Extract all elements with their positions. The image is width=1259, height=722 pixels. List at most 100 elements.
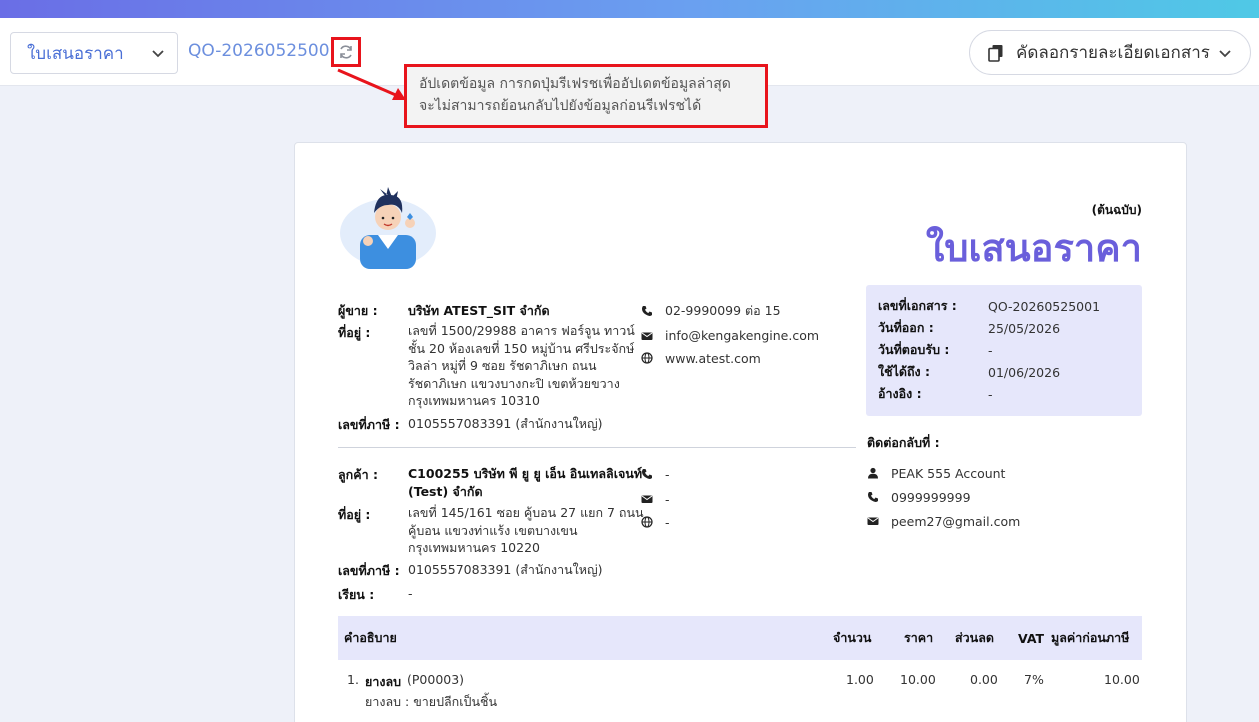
col-discount: ส่วนลด	[955, 630, 994, 645]
document-number: QO-20260525001	[188, 41, 341, 61]
copy-icon	[988, 44, 1003, 62]
col-description: คำอธิบาย	[344, 630, 397, 645]
row-quantity: 1.00	[846, 672, 874, 687]
copy-document-details-button[interactable]: คัดลอกรายละเอียดเอกสาร	[969, 30, 1251, 75]
contact-back-label: ติดต่อกลับที่ :	[867, 435, 940, 450]
document-title: ใบเสนอราคา	[925, 226, 1142, 270]
document-type-label: ใบเสนอราคา	[27, 43, 124, 64]
row-discount: 0.00	[970, 672, 998, 687]
customer-address-line: กรุงเทพมหานคร 10220	[408, 540, 540, 555]
customer-attn: -	[408, 586, 413, 601]
contact-person: PEAK 555 Account	[867, 461, 1127, 485]
contact-email: peem27@gmail.com	[867, 509, 1127, 533]
contact-phone: 0999999999	[867, 485, 1127, 509]
seller-email: info@kengakengine.com	[641, 324, 861, 347]
meta-issue-value: 25/05/2026	[988, 320, 1061, 336]
customer-tax-id: 0105557083391 (สำนักงานใหญ่)	[408, 562, 603, 577]
chevron-down-icon	[152, 50, 164, 58]
customer-phone: -	[641, 464, 841, 484]
customer-attn-label: เรียน :	[338, 587, 375, 602]
chevron-down-icon	[1219, 49, 1231, 57]
seller-contacts: 02-9990099 ต่อ 15 info@kengakengine.com …	[641, 301, 861, 369]
customer-name: C100255 บริษัท พี ยู ยู เอ็น อินเทลลิเจน…	[408, 465, 648, 500]
seller-website-text: www.atest.com	[665, 350, 761, 366]
refresh-tooltip: อัปเดตข้อมูล การกดปุ่มรีเฟรชเพื่ออัปเดตข…	[404, 64, 768, 128]
customer-phone-text: -	[665, 466, 670, 482]
meta-accept-value: -	[988, 342, 993, 358]
email-icon	[867, 517, 879, 525]
meta-ref-label: อ้างอิง :	[878, 386, 922, 401]
contact-person-text: PEAK 555 Account	[891, 465, 1006, 481]
top-gradient-bar	[0, 0, 1259, 18]
document-type-select[interactable]: ใบเสนอราคา	[10, 32, 178, 74]
seller-website: www.atest.com	[641, 347, 861, 369]
seller-address-line: ชั้น 20 ห้องเลขที่ 150 หมู่บ้าน ศรีประจั…	[408, 340, 635, 356]
customer-email-text: -	[665, 491, 670, 507]
seller-email-text: info@kengakengine.com	[665, 328, 820, 343]
seller-address-line: วิลล่า หมู่ที่ 9 ซอย รัชดาภิเษก ถนน	[408, 358, 597, 373]
copy-button-label: คัดลอกรายละเอียดเอกสาร	[1016, 43, 1210, 63]
email-icon	[641, 332, 653, 340]
seller-address-line: เลขที่ 1500/29988 อาคาร ฟอร์จูน ทาวน์	[408, 323, 635, 338]
annotation-arrow	[337, 68, 406, 100]
user-icon	[868, 467, 878, 479]
globe-icon	[641, 352, 653, 364]
row-item-code: (P00003)	[407, 672, 465, 687]
meta-doc-no-label: เลขที่เอกสาร :	[878, 298, 957, 313]
company-logo	[340, 187, 436, 269]
meta-ref-value: -	[988, 386, 993, 402]
refresh-button[interactable]	[331, 37, 361, 67]
customer-address-line: เลขที่ 145/161 ซอย คู้บอน 27 แยก 7 ถนน	[408, 505, 644, 520]
contact-back-block: ติดต่อกลับที่ : PEAK 555 Account 0999999…	[867, 433, 1127, 533]
seller-phone-text: 02-9990099 ต่อ 15	[665, 303, 781, 318]
contact-phone-text: 0999999999	[891, 489, 971, 505]
row-item-name: ยางลบ	[365, 674, 402, 689]
seller-name: บริษัท ATEST_SIT จำกัด	[408, 303, 550, 318]
customer-website: -	[641, 511, 841, 533]
meta-valid-value: 01/06/2026	[988, 364, 1061, 380]
meta-doc-no-value: QO-20260525001	[988, 298, 1101, 314]
customer-label: ลูกค้า :	[338, 467, 378, 482]
customer-website-text: -	[665, 514, 670, 530]
seller-label: ผู้ขาย :	[338, 303, 378, 318]
email-icon	[641, 495, 653, 503]
meta-issue-label: วันที่ออก :	[878, 320, 934, 335]
document-meta-box: เลขที่เอกสาร : QO-20260525001 วันที่ออก …	[866, 285, 1142, 416]
globe-icon	[641, 516, 653, 528]
customer-address-label: ที่อยู่ :	[338, 507, 371, 522]
col-quantity: จำนวน	[833, 630, 872, 645]
row-pretax: 10.00	[1104, 672, 1140, 687]
customer-tax-label: เลขที่ภาษี :	[338, 563, 400, 578]
phone-icon	[868, 492, 878, 502]
meta-doc-no: เลขที่เอกสาร : QO-20260525001	[878, 295, 1130, 317]
meta-accept-date: วันที่ตอบรับ : -	[878, 339, 1130, 361]
phone-icon	[642, 469, 652, 479]
items-table-header: คำอธิบาย จำนวน ราคา ส่วนลด VAT มูลค่าก่อ…	[338, 616, 1142, 660]
refresh-icon	[340, 45, 352, 59]
phone-icon	[642, 306, 652, 316]
meta-issue-date: วันที่ออก : 25/05/2026	[878, 317, 1130, 339]
meta-valid-until: ใช้ได้ถึง : 01/06/2026	[878, 361, 1130, 383]
section-divider	[338, 447, 856, 448]
customer-name-line: C100255 บริษัท พี ยู ยู เอ็น อินเทลลิเจน…	[408, 466, 643, 481]
meta-accept-label: วันที่ตอบรับ :	[878, 342, 950, 357]
seller-address: เลขที่ 1500/29988 อาคาร ฟอร์จูน ทาวน์ ชั…	[408, 322, 658, 410]
col-pretax: มูลค่าก่อนภาษี	[1051, 630, 1130, 645]
tooltip-line-2: จะไม่สามารถย้อนกลับไปยังข้อมูลก่อนรีเฟรช…	[419, 98, 702, 114]
seller-address-line: กรุงเทพมหานคร 10310	[408, 393, 540, 408]
tooltip-line-1: อัปเดตข้อมูล การกดปุ่มรีเฟรชเพื่ออัปเดตข…	[419, 76, 731, 92]
customer-contacts: - - -	[641, 464, 841, 533]
meta-reference: อ้างอิง : -	[878, 383, 1130, 405]
col-price: ราคา	[904, 630, 934, 645]
customer-address-line: คู้บอน แขวงท่าแร้ง เขตบางเขน	[408, 522, 578, 538]
row-vat: 7%	[1024, 672, 1044, 687]
meta-valid-label: ใช้ได้ถึง :	[878, 364, 931, 379]
contact-email-text: peem27@gmail.com	[891, 513, 1021, 529]
col-vat: VAT	[1018, 630, 1045, 646]
row-price: 10.00	[900, 672, 936, 687]
row-number: 1.	[347, 672, 359, 687]
customer-email: -	[641, 487, 841, 511]
seller-address-line: รัชดาภิเษก แขวงบางกะปิ เขตห้วยขวาง	[408, 375, 620, 391]
quotation-document: (ต้นฉบับ) ใบเสนอราคา ผู้ขาย : บริษัท ATE…	[294, 142, 1187, 722]
customer-address: เลขที่ 145/161 ซอย คู้บอน 27 แยก 7 ถนน ค…	[408, 504, 658, 557]
